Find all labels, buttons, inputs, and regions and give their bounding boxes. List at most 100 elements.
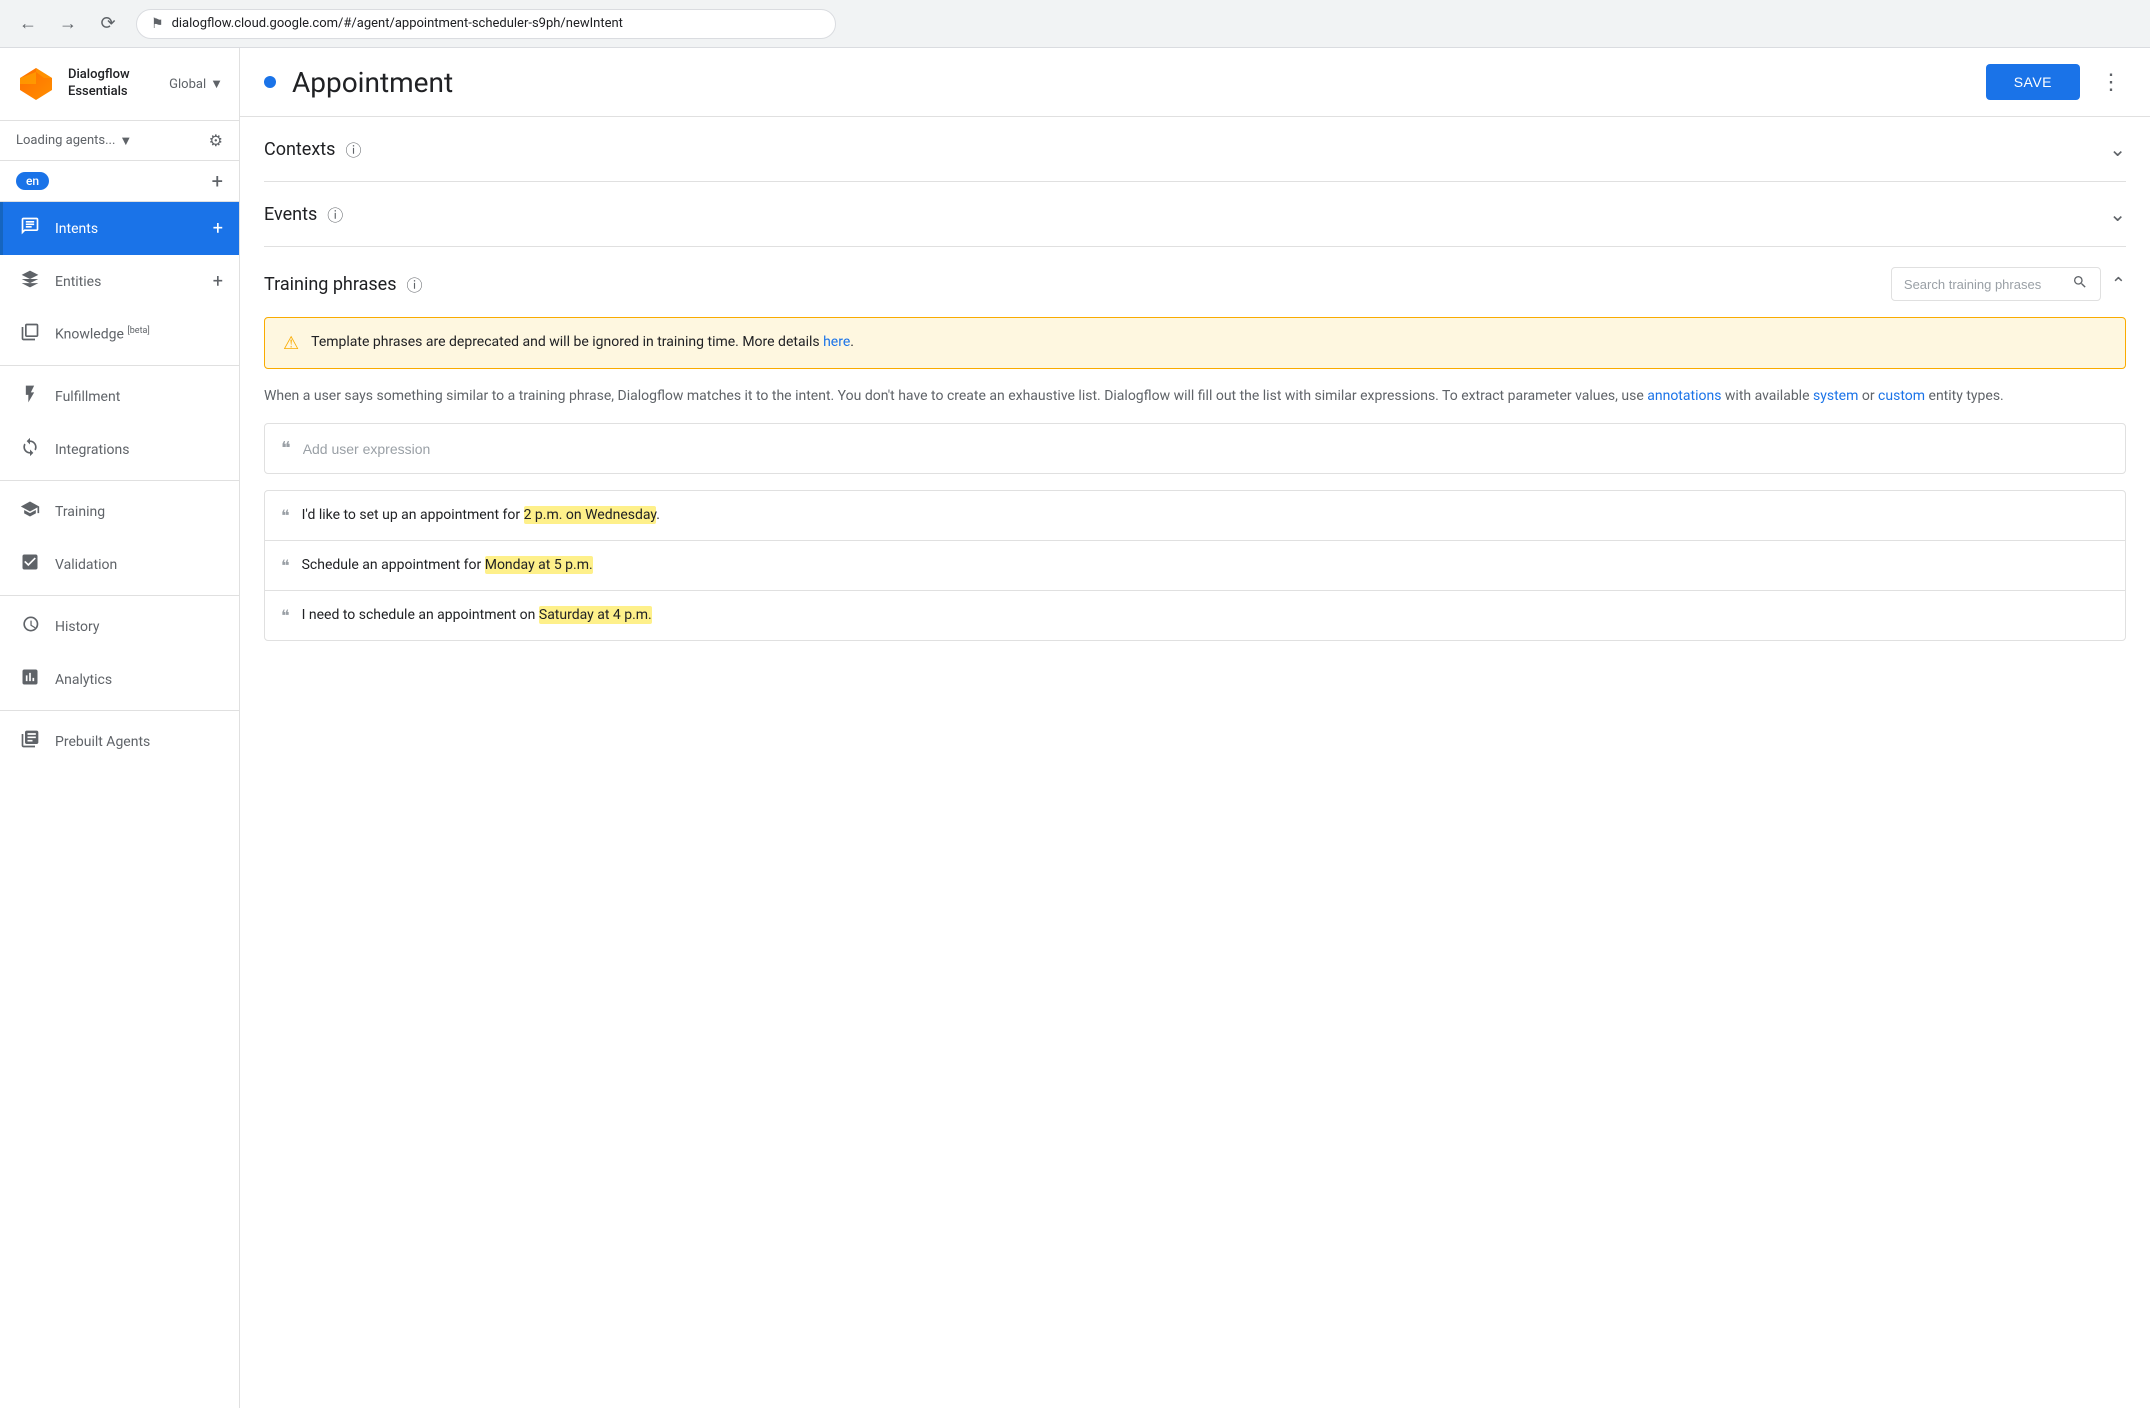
sidebar-item-label: History bbox=[55, 619, 223, 635]
contexts-title: Contexts bbox=[264, 139, 335, 160]
history-icon bbox=[19, 614, 41, 639]
warning-text: Template phrases are deprecated and will… bbox=[311, 332, 854, 353]
sidebar-item-label: Prebuilt Agents bbox=[55, 734, 223, 750]
integrations-icon bbox=[19, 437, 41, 462]
phrase-text: I need to schedule an appointment on Sat… bbox=[302, 605, 652, 626]
warning-link[interactable]: here bbox=[823, 334, 850, 350]
nav-divider bbox=[0, 595, 239, 596]
add-expression-input[interactable]: ❝ bbox=[264, 423, 2126, 474]
quote-icon: ❝ bbox=[281, 438, 291, 459]
add-language-icon[interactable]: + bbox=[212, 169, 223, 193]
main-content: Appointment SAVE ⋮ Contexts ⓘ ⌄ Events ⓘ… bbox=[240, 48, 2150, 1408]
sidebar-item-validation[interactable]: Validation bbox=[0, 538, 239, 591]
warning-icon: ⚠ bbox=[283, 333, 299, 354]
language-badge[interactable]: en bbox=[16, 172, 49, 190]
contexts-help-icon[interactable]: ⓘ bbox=[345, 137, 361, 161]
content-body: Contexts ⓘ ⌄ Events ⓘ ⌄ Training phrases… bbox=[240, 117, 2150, 661]
collapse-training-icon[interactable]: ⌃ bbox=[2111, 274, 2126, 295]
language-row: en + bbox=[0, 161, 239, 202]
custom-link[interactable]: custom bbox=[1878, 388, 1925, 404]
address-bar[interactable]: ⚑ dialogflow.cloud.google.com/#/agent/ap… bbox=[136, 9, 836, 39]
sidebar-nav: Intents + Entities + Knowledge [beta] bbox=[0, 202, 239, 1408]
phrase-highlight: Monday at 5 p.m. bbox=[485, 556, 593, 574]
training-phrases-title: Training phrases bbox=[264, 274, 397, 295]
agent-selector[interactable]: Loading agents... ▼ bbox=[16, 133, 201, 149]
add-entity-icon[interactable]: + bbox=[213, 271, 223, 292]
chevron-down-icon: ▼ bbox=[119, 133, 132, 149]
annotations-link[interactable]: annotations bbox=[1647, 388, 1721, 404]
sidebar-item-fulfillment[interactable]: Fulfillment bbox=[0, 370, 239, 423]
sidebar-agent-row: Loading agents... ▼ ⚙ bbox=[0, 121, 239, 161]
training-icon bbox=[19, 499, 41, 524]
sidebar-item-label: Analytics bbox=[55, 672, 223, 688]
browser-nav: ← → ⟳ bbox=[12, 8, 124, 40]
training-phrases-section: Training phrases ⓘ ⌃ ⚠ Template phrases … bbox=[264, 247, 2126, 661]
settings-icon[interactable]: ⚙ bbox=[209, 131, 223, 150]
phrase-item[interactable]: ❝ I need to schedule an appointment on S… bbox=[265, 591, 2125, 640]
events-header[interactable]: Events ⓘ ⌄ bbox=[264, 182, 2126, 246]
back-button[interactable]: ← bbox=[12, 8, 44, 40]
sidebar-item-knowledge[interactable]: Knowledge [beta] bbox=[0, 308, 239, 361]
sidebar-item-intents[interactable]: Intents + bbox=[0, 202, 239, 255]
user-expression-field[interactable] bbox=[303, 441, 2109, 457]
phrase-highlight: Saturday at 4 p.m. bbox=[539, 606, 652, 624]
search-icon[interactable] bbox=[2072, 274, 2088, 294]
more-options-icon[interactable]: ⋮ bbox=[2096, 66, 2126, 99]
save-button[interactable]: SAVE bbox=[1986, 64, 2080, 100]
training-help-icon[interactable]: ⓘ bbox=[407, 272, 423, 296]
sidebar-header: Dialogflow Essentials Global ▼ bbox=[0, 48, 239, 121]
add-intent-icon[interactable]: + bbox=[213, 218, 223, 239]
browser-chrome: ← → ⟳ ⚑ dialogflow.cloud.google.com/#/ag… bbox=[0, 0, 2150, 48]
events-section: Events ⓘ ⌄ bbox=[264, 182, 2126, 247]
top-bar: Appointment SAVE ⋮ bbox=[240, 48, 2150, 117]
app-container: Dialogflow Essentials Global ▼ Loading a… bbox=[0, 48, 2150, 1408]
events-chevron-icon: ⌄ bbox=[2109, 202, 2126, 226]
sidebar-item-prebuilt[interactable]: Prebuilt Agents bbox=[0, 715, 239, 768]
phrase-quote-icon: ❝ bbox=[281, 556, 290, 575]
nav-divider bbox=[0, 710, 239, 711]
logo-icon bbox=[16, 64, 56, 104]
sidebar-item-label: Validation bbox=[55, 557, 223, 573]
events-help-icon[interactable]: ⓘ bbox=[327, 202, 343, 226]
contexts-section: Contexts ⓘ ⌄ bbox=[264, 117, 2126, 182]
phrase-text: I'd like to set up an appointment for 2 … bbox=[302, 505, 660, 526]
phrase-list: ❝ I'd like to set up an appointment for … bbox=[264, 490, 2126, 641]
url-text: dialogflow.cloud.google.com/#/agent/appo… bbox=[172, 16, 623, 31]
sidebar-item-label: Knowledge [beta] bbox=[55, 326, 223, 343]
nav-divider bbox=[0, 365, 239, 366]
forward-button[interactable]: → bbox=[52, 8, 84, 40]
nav-divider bbox=[0, 480, 239, 481]
chevron-down-icon: ▼ bbox=[210, 76, 223, 92]
page-title: Appointment bbox=[292, 66, 1970, 99]
sidebar-item-entities[interactable]: Entities + bbox=[0, 255, 239, 308]
phrase-item[interactable]: ❝ I'd like to set up an appointment for … bbox=[265, 491, 2125, 541]
sidebar-item-training[interactable]: Training bbox=[0, 485, 239, 538]
phrase-text: Schedule an appointment for Monday at 5 … bbox=[302, 555, 593, 576]
analytics-icon bbox=[19, 667, 41, 692]
sidebar-item-label: Integrations bbox=[55, 442, 223, 458]
sidebar-item-label: Intents bbox=[55, 221, 199, 237]
reload-button[interactable]: ⟳ bbox=[92, 8, 124, 40]
phrase-item[interactable]: ❝ Schedule an appointment for Monday at … bbox=[265, 541, 2125, 591]
search-training-input[interactable] bbox=[1904, 277, 2064, 292]
sidebar-item-label: Entities bbox=[55, 274, 199, 290]
sidebar-item-history[interactable]: History bbox=[0, 600, 239, 653]
global-selector[interactable]: Global ▼ bbox=[169, 76, 223, 92]
entities-icon bbox=[19, 269, 41, 294]
logo bbox=[16, 64, 56, 104]
sidebar-item-label: Fulfillment bbox=[55, 389, 223, 405]
training-phrases-header: Training phrases ⓘ ⌃ bbox=[264, 267, 2126, 301]
sidebar-item-analytics[interactable]: Analytics bbox=[0, 653, 239, 706]
phrase-highlight: 2 p.m. on Wednesday bbox=[524, 506, 657, 524]
description-text: When a user says something similar to a … bbox=[264, 385, 2126, 407]
sidebar: Dialogflow Essentials Global ▼ Loading a… bbox=[0, 48, 240, 1408]
sidebar-item-integrations[interactable]: Integrations bbox=[0, 423, 239, 476]
system-link[interactable]: system bbox=[1813, 388, 1858, 404]
security-icon: ⚑ bbox=[151, 16, 164, 32]
contexts-header[interactable]: Contexts ⓘ ⌄ bbox=[264, 117, 2126, 181]
intents-icon bbox=[19, 216, 41, 241]
phrase-quote-icon: ❝ bbox=[281, 606, 290, 625]
validation-icon bbox=[19, 552, 41, 577]
contexts-chevron-icon: ⌄ bbox=[2109, 137, 2126, 161]
search-training-phrases[interactable] bbox=[1891, 267, 2101, 301]
